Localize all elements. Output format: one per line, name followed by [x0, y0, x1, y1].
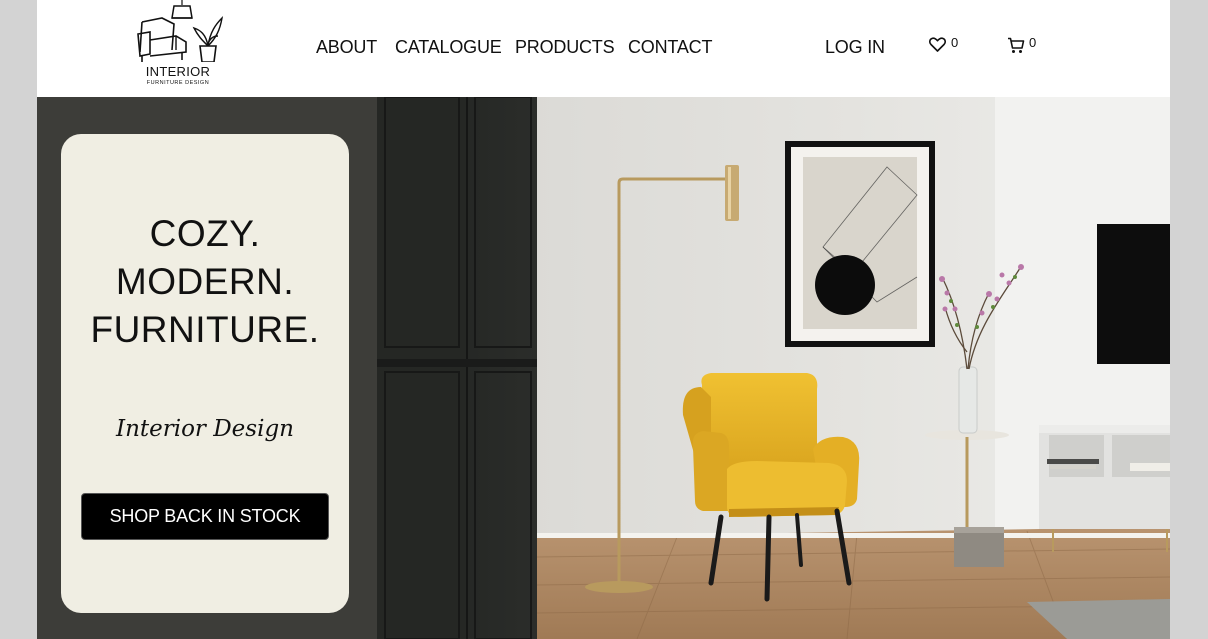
cart-button[interactable]: 0	[1007, 34, 1045, 56]
wishlist-button[interactable]: 0	[929, 34, 967, 56]
living-room-scene	[377, 97, 1170, 639]
nav-contact[interactable]: CONTACT	[628, 37, 712, 61]
cart-icon	[1008, 37, 1025, 53]
nav-about[interactable]: ABOUT	[316, 37, 377, 61]
hero-section: COZY. MODERN. FURNITURE. Interior Design…	[37, 97, 1170, 639]
hero-image	[377, 97, 1170, 639]
logo[interactable]: INTERIOR FURNITURE DESIGN	[132, 0, 224, 90]
logo-title: INTERIOR	[145, 64, 211, 79]
nav-products[interactable]: PRODUCTS	[515, 37, 615, 61]
nav-catalogue[interactable]: CATALOGUE	[395, 37, 502, 61]
headline-line-1: COZY.	[149, 213, 261, 254]
hero-card: COZY. MODERN. FURNITURE. Interior Design…	[61, 134, 349, 613]
hero-script-text: Interior Design	[115, 416, 294, 442]
hero-headline: COZY. MODERN. FURNITURE.	[61, 210, 349, 354]
heart-icon	[929, 37, 946, 52]
headline-line-3: FURNITURE.	[90, 309, 320, 350]
login-link[interactable]: LOG IN	[825, 37, 885, 61]
logo-chair-icon	[137, 0, 224, 62]
wishlist-count: 0	[951, 35, 959, 50]
logo-subtitle: FURNITURE DESIGN	[146, 80, 210, 86]
hero-dark-panel: COZY. MODERN. FURNITURE. Interior Design…	[37, 97, 377, 639]
cart-count: 0	[1029, 35, 1037, 50]
shop-back-in-stock-button[interactable]: SHOP BACK IN STOCK	[81, 493, 329, 540]
headline-line-2: MODERN.	[115, 261, 295, 302]
page: INTERIOR FURNITURE DESIGN ABOUT CATALOGU…	[37, 0, 1170, 639]
site-header: INTERIOR FURNITURE DESIGN ABOUT CATALOGU…	[37, 0, 1170, 97]
